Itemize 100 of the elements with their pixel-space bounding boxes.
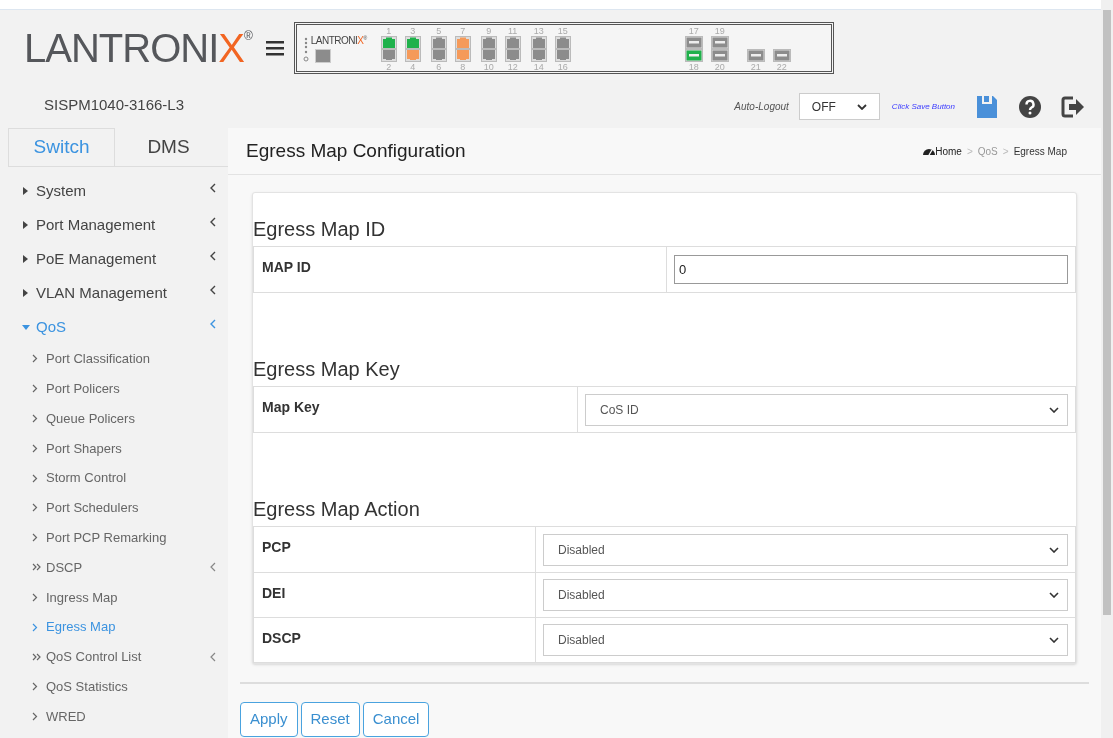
submenu-item[interactable]: Port Policers [46, 378, 216, 399]
sidebar-item[interactable]: System [36, 179, 210, 203]
submenu-item[interactable]: Ingress Map [46, 587, 216, 607]
chevron-left-icon [210, 217, 216, 227]
sidebar-item[interactable]: QoS [36, 315, 210, 339]
submenu-item[interactable]: WRED [46, 706, 216, 727]
port-number: 21 [750, 61, 761, 72]
submenu-item[interactable]: Port Classification [46, 349, 216, 369]
dashboard-icon [923, 146, 936, 156]
sidebar-tab[interactable]: DMS [115, 128, 222, 166]
chevron-left-icon [210, 285, 216, 295]
ethernet-port-icon [380, 35, 397, 49]
ethernet-port-icon [454, 35, 471, 49]
action-button[interactable]: Apply [240, 702, 298, 737]
sfp-port-icon [684, 48, 703, 62]
submenu-item[interactable]: Port Shapers [46, 438, 216, 459]
chevron-left-icon [210, 651, 216, 662]
port-number: 19 [714, 25, 725, 36]
scrollbar-thumb[interactable] [1103, 10, 1111, 615]
sfp-port-icon [746, 48, 765, 62]
ethernet-port-icon [480, 35, 497, 49]
chevron-right-icon [32, 503, 38, 513]
map-id-input[interactable]: 0 [674, 255, 1068, 284]
chevron-down-icon [1049, 637, 1059, 643]
chevron-down-icon [1049, 592, 1059, 598]
select-field[interactable]: Disabled [543, 624, 1068, 656]
port-number: 5 [436, 25, 442, 36]
port-number: 18 [688, 61, 699, 72]
sfp-port-icon [772, 48, 791, 62]
port-number: 8 [460, 61, 466, 72]
device-name: SISPM1040-3166-L3 [42, 94, 186, 115]
chevron-right-icon [32, 533, 38, 543]
port-number: 13 [533, 25, 544, 36]
section-title: Egress Map ID [253, 216, 387, 242]
chevron-right-icon [32, 473, 38, 483]
save-hint: Click Save Button [891, 100, 955, 113]
chevron-left-icon [210, 251, 216, 261]
action-button[interactable]: Cancel [362, 702, 430, 737]
sidebar-tab[interactable]: Switch [8, 128, 115, 166]
menu-icon [265, 39, 284, 56]
port-number: 22 [776, 61, 787, 72]
port-number: 1 [386, 25, 392, 36]
chevron-down-icon [856, 103, 867, 110]
sfp-port-icon [710, 48, 729, 62]
breadcrumb-link[interactable]: QoS [977, 143, 998, 159]
logout-icon [1061, 95, 1085, 118]
port-number: 10 [483, 61, 494, 72]
submenu-item[interactable]: Port PCP Remarking [46, 527, 216, 548]
sidebar-item[interactable]: PoE Management [36, 247, 210, 271]
sfp-port-icon [710, 35, 729, 49]
logo: LANTRONIX® [24, 27, 252, 68]
port-number: 17 [688, 25, 699, 36]
ethernet-port-icon [430, 48, 447, 62]
submenu-item[interactable]: QoS Control List [46, 647, 210, 667]
chevron-down-icon [1049, 406, 1059, 413]
chevron-right-icon [32, 443, 38, 453]
console-port-icon [314, 48, 331, 63]
select-field[interactable]: Disabled [543, 579, 1068, 611]
port-number: 16 [557, 61, 568, 72]
ethernet-port-icon [480, 48, 497, 62]
chevron-left-icon [210, 183, 216, 193]
submenu-item[interactable]: Storm Control [46, 468, 216, 488]
field-label: DEI [254, 573, 536, 617]
chevron-down-icon [1049, 546, 1059, 553]
ethernet-port-icon [530, 35, 547, 49]
submenu-item[interactable]: Egress Map [46, 617, 216, 637]
port-number: 6 [436, 61, 442, 72]
chevron-left-icon [210, 562, 216, 573]
breadcrumb-link[interactable]: Home [935, 143, 962, 159]
sidebar-item[interactable]: Port Management [36, 213, 210, 237]
chevron-right-icon [32, 414, 38, 423]
chevron-left-icon [210, 319, 216, 329]
breadcrumb-separator: > [966, 144, 973, 159]
section-title: Egress Map Key [253, 356, 401, 382]
section-title: Egress Map Action [253, 496, 421, 522]
auto-logout-select[interactable]: OFF [798, 93, 880, 120]
port-number: 11 [508, 25, 518, 36]
port-number: 3 [410, 25, 416, 36]
select-field[interactable]: CoS ID [585, 393, 1068, 426]
help-icon [1019, 95, 1041, 118]
ethernet-port-icon [454, 48, 471, 62]
chevron-right-icon [32, 622, 38, 632]
submenu-item[interactable]: Queue Policers [46, 408, 216, 429]
save-icon [977, 95, 997, 118]
submenu-item[interactable]: DSCP [46, 557, 210, 578]
port-number: 4 [410, 61, 416, 72]
submenu-item[interactable]: QoS Statistics [46, 676, 216, 697]
action-button[interactable]: Reset [300, 702, 360, 737]
breadcrumb-separator: > [1002, 144, 1009, 159]
sidebar-item[interactable]: VLAN Management [36, 281, 210, 305]
ethernet-port-icon [430, 35, 447, 49]
port-number: 20 [714, 61, 725, 72]
port-number: 14 [533, 61, 544, 72]
ethernet-port-icon [404, 35, 421, 49]
ethernet-port-icon [504, 35, 521, 49]
field-label: MAP ID [254, 247, 667, 292]
field-label: DSCP [254, 618, 536, 662]
ethernet-port-icon [504, 48, 521, 62]
select-field[interactable]: Disabled [543, 533, 1068, 566]
submenu-item[interactable]: Port Schedulers [46, 498, 216, 518]
